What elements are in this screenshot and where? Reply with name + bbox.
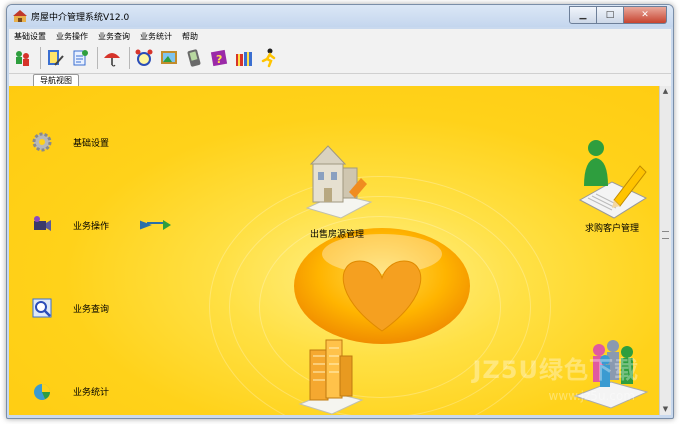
- toolbar-separator: [97, 47, 98, 69]
- customer-notebook-icon: [578, 140, 648, 219]
- feature-label: 出售房源管理: [309, 230, 364, 240]
- window-controls: ▁ □ ✕: [569, 6, 667, 24]
- gear-icon: [32, 132, 52, 152]
- toolbar-separator: [129, 47, 130, 69]
- notebook-edit-icon[interactable]: [69, 47, 91, 69]
- vertical-scrollbar[interactable]: ▲ ▼: [659, 86, 671, 415]
- nav-item-business-query[interactable]: 业务查询: [9, 297, 109, 319]
- title-bar: 房屋中介管理系统V12.0 ▁ □ ✕: [7, 5, 673, 27]
- pie-chart-icon: [34, 384, 50, 400]
- menu-basic-settings[interactable]: 基础设置: [9, 31, 51, 42]
- app-window: 房屋中介管理系统V12.0 ▁ □ ✕ 基础设置 业务操作 业务查询 业务统计 …: [6, 4, 674, 419]
- gift-box-icon[interactable]: [233, 47, 255, 69]
- menu-business-statistics[interactable]: 业务统计: [135, 31, 177, 42]
- nav-item-basic-settings[interactable]: 基础设置: [9, 131, 109, 153]
- arrow-right-icon: [140, 220, 172, 230]
- nav-label: 业务查询: [73, 304, 110, 315]
- pda-icon[interactable]: [183, 47, 205, 69]
- house-sale-icon: [305, 145, 373, 219]
- app-icon: [13, 10, 27, 22]
- feature-label: 求购客户管理: [584, 224, 639, 234]
- watermark-url: www.jz5u.com: [548, 389, 635, 403]
- heart-orb-icon: [294, 228, 470, 344]
- help-book-icon[interactable]: ?: [208, 47, 230, 69]
- feature-rental-listings[interactable]: [296, 334, 366, 415]
- nav-label: 基础设置: [73, 138, 110, 149]
- nav-item-business-statistics[interactable]: 业务统计: [9, 380, 109, 402]
- maximize-button[interactable]: □: [597, 6, 624, 24]
- menu-bar: 基础设置 业务操作 业务查询 业务统计 帮助: [9, 29, 671, 43]
- scrollbar-grip[interactable]: [662, 231, 669, 239]
- search-scope-icon: [32, 298, 52, 318]
- close-button[interactable]: ✕: [624, 6, 667, 24]
- feature-buyer-customers[interactable]: 求购客户管理: [574, 136, 650, 234]
- nav-item-business-operation[interactable]: 业务操作: [9, 214, 173, 236]
- building-rent-icon: [298, 339, 364, 415]
- alarm-clock-icon[interactable]: [133, 47, 155, 69]
- scroll-down-arrow[interactable]: ▼: [661, 405, 670, 414]
- menu-business-query[interactable]: 业务查询: [93, 31, 135, 42]
- toolbar-separator: [40, 47, 41, 69]
- toolbar: ?: [9, 43, 671, 74]
- feature-sale-listings[interactable]: 出售房源管理: [301, 138, 373, 240]
- running-man-icon[interactable]: [258, 47, 280, 69]
- nav-label: 业务统计: [73, 387, 110, 398]
- nav-label: 业务操作: [73, 221, 110, 232]
- notebook-edit-icon[interactable]: [44, 47, 66, 69]
- window-title: 房屋中介管理系统V12.0: [31, 13, 130, 23]
- menu-help[interactable]: 帮助: [177, 31, 203, 42]
- picture-frame-icon[interactable]: [158, 47, 180, 69]
- umbrella-icon[interactable]: [101, 47, 123, 69]
- menu-business-operation[interactable]: 业务操作: [51, 31, 93, 42]
- film-camera-icon: [34, 216, 51, 231]
- scroll-up-arrow[interactable]: ▲: [661, 87, 670, 96]
- watermark-text: JZ5U绿色下载: [472, 356, 639, 384]
- person-users-icon[interactable]: [12, 47, 34, 69]
- tab-strip: 导航视图: [9, 74, 671, 87]
- svg-text:?: ?: [216, 53, 222, 66]
- navigation-panel: 基础设置 业务操作 业务查询 业务统计 出售房源管理 求购客户管理 JZ5U绿色…: [9, 86, 659, 415]
- minimize-button[interactable]: ▁: [569, 6, 597, 24]
